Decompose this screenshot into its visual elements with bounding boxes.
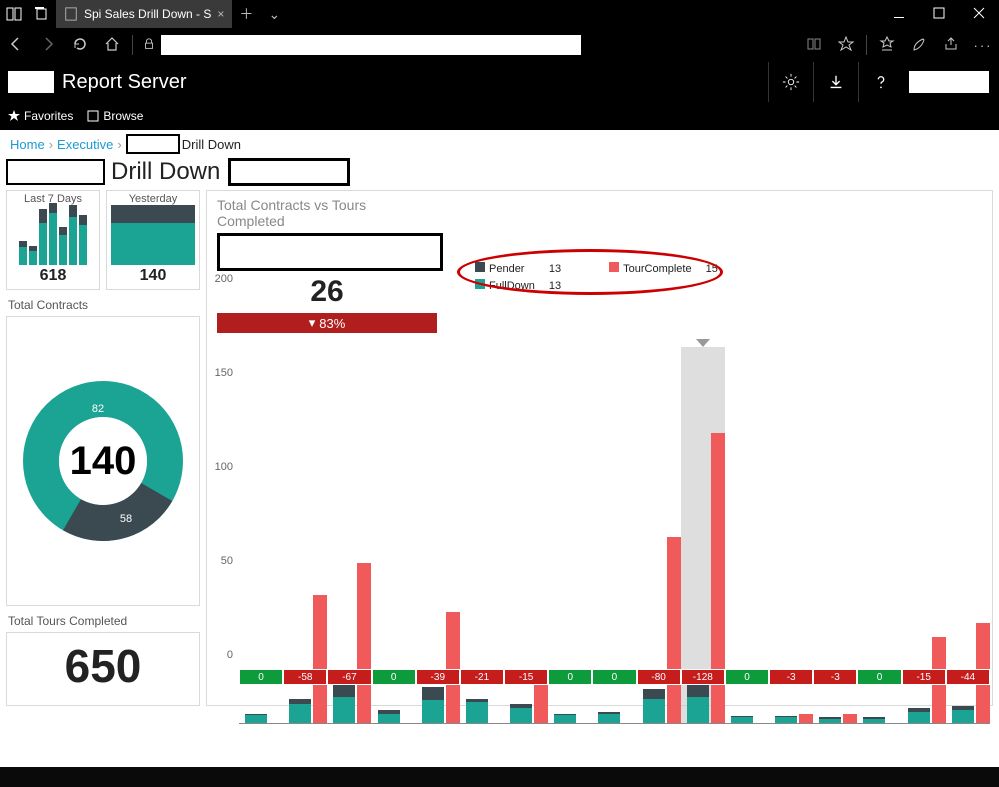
server-logo [8,71,54,93]
donut-chart: 140 82 58 [18,376,188,546]
breadcrumb-page: Drill Down [182,137,241,152]
breadcrumb: Home › Executive › Drill Down [0,130,999,158]
legend-fulldown-value: 13 [543,278,567,293]
breadcrumb-home[interactable]: Home [10,137,45,152]
os-taskbar[interactable] [0,767,999,787]
nav-home-button[interactable] [96,36,128,55]
card-yesterday[interactable]: Yesterday 140 [106,190,200,290]
lock-icon [137,37,161,54]
kpi-delta-value: 83% [319,316,345,331]
page-title: Drill Down [111,158,220,186]
tour-swatch [609,262,619,272]
fulldown-swatch [475,279,485,289]
svg-text:140: 140 [70,439,137,483]
browser-tab[interactable]: Spi Sales Drill Down - S × [56,0,232,28]
download-button[interactable] [813,62,858,102]
user-button[interactable] [909,71,989,93]
breadcrumb-section[interactable]: Executive [57,137,113,152]
page-title-row: Drill Down [0,158,999,190]
window-maximize-button[interactable] [919,7,959,22]
last7-value: 618 [11,267,95,285]
report-server-header: Report Server [0,62,999,102]
legend-fulldown-label: FullDown [489,280,535,292]
help-button[interactable] [858,62,903,102]
browse-icon [87,110,99,122]
favorites-list-icon[interactable] [871,36,903,55]
tab-close-icon[interactable]: × [217,7,224,21]
legend-tour-value: 15 [700,261,724,276]
last7-sparkline [11,205,95,265]
breadcrumb-redacted [126,134,180,154]
nav-forward-button[interactable] [32,36,64,55]
nav-back-button[interactable] [0,36,32,55]
down-arrow-icon: ▾ [309,315,316,331]
legend-pender-value: 13 [543,261,567,276]
star-icon [8,110,20,122]
kpi-value: 26 [217,275,437,309]
reading-view-icon[interactable] [798,36,830,55]
svg-text:82: 82 [92,403,104,415]
card-total-contracts[interactable]: 140 82 58 [6,316,200,606]
title-redacted-right [228,158,350,186]
browser-titlebar: Spi Sales Drill Down - S × ＋ ⌄ [0,0,999,28]
browse-label: Browse [103,109,143,123]
tabs-shift-icon[interactable] [34,6,50,22]
window-minimize-button[interactable] [879,7,919,22]
total-tours-label: Total Tours Completed [8,614,200,628]
card-total-tours[interactable]: 650 [6,632,200,706]
pender-swatch [475,262,485,272]
legend-pender-label: Pender [489,263,524,275]
card-last-7-days[interactable]: Last 7 Days 618 [6,190,100,290]
browse-link[interactable]: Browse [87,109,143,123]
browser-navbar: ··· [0,28,999,62]
page-icon [64,7,78,21]
nav-refresh-button[interactable] [64,36,96,55]
legend-tour-label: TourComplete [623,263,691,275]
tab-title: Spi Sales Drill Down - S [84,7,211,21]
report-server-toolbar: Favorites Browse [0,102,999,130]
total-tours-value: 650 [7,639,199,693]
tabs-expand-icon[interactable]: ⌄ [260,6,288,23]
favorites-link[interactable]: Favorites [8,109,73,123]
favorite-star-icon[interactable] [830,36,862,55]
favorites-label: Favorites [24,109,73,123]
more-icon[interactable]: ··· [967,38,999,53]
yesterday-label: Yesterday [111,193,195,205]
window-close-button[interactable] [959,7,999,22]
server-title: Report Server [62,71,187,94]
total-contracts-label: Total Contracts [8,298,200,312]
title-redacted-left [6,159,105,185]
chart-legend: Pender 13 TourComplete 15 FullDown 13 [467,255,726,299]
main-chart[interactable]: 050100150200 0-58-670-39-21-1500-80-1280… [207,343,992,699]
notes-icon[interactable] [903,36,935,55]
svg-text:58: 58 [120,513,132,525]
kpi-delta: ▾ 83% [217,313,437,333]
kpi-redacted-box [217,233,443,271]
kpi-title: Total Contracts vs Tours Completed [217,197,437,229]
new-tab-button[interactable]: ＋ [232,4,260,24]
yesterday-block [111,205,195,265]
tabs-left-icon[interactable] [6,6,22,22]
share-icon[interactable] [935,36,967,55]
address-bar[interactable] [161,35,581,55]
settings-button[interactable] [768,62,813,102]
yesterday-value: 140 [111,267,195,285]
